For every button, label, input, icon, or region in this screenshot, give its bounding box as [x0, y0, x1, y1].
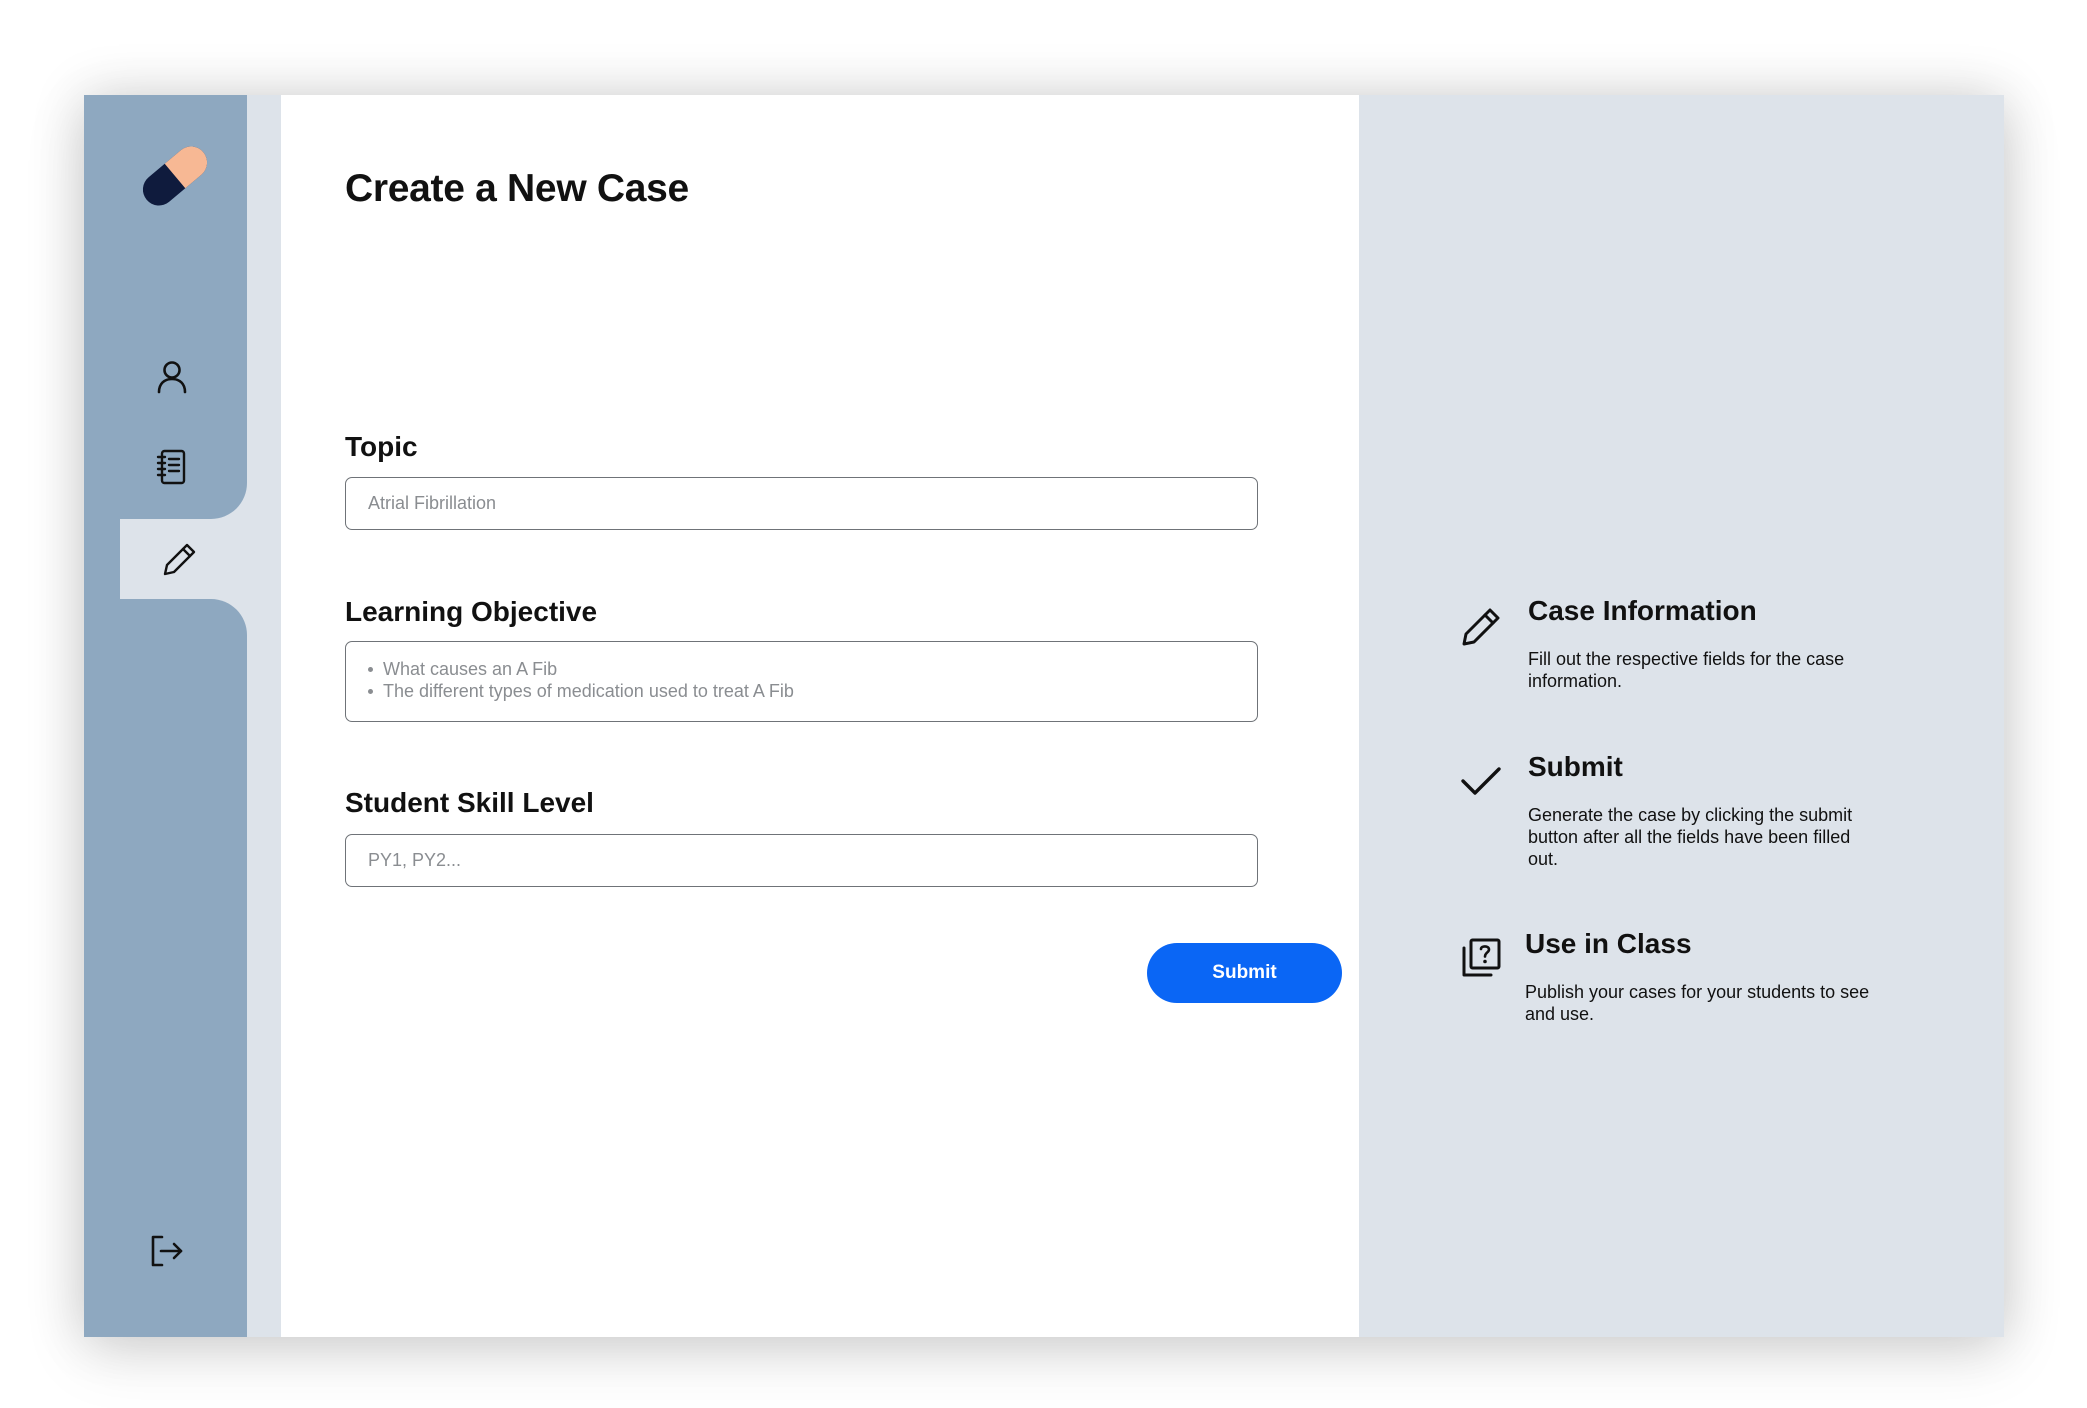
topic-field[interactable] [345, 477, 1258, 530]
notebook-icon [156, 449, 186, 485]
sidebar-item-profile[interactable] [112, 338, 232, 416]
question-stack-icon [1459, 936, 1503, 980]
app-window: Create a New Case Topic Learning Objecti… [84, 95, 2004, 1337]
sidebar-item-create-case[interactable] [120, 519, 240, 599]
learning-objective-label: Learning Objective [345, 596, 598, 627]
topic-input[interactable] [346, 478, 1257, 529]
skill-level-label: Student Skill Level [345, 787, 594, 818]
page-title: Create a New Case [345, 167, 689, 210]
info-title: Use in Class [1525, 928, 1692, 959]
skill-level-input[interactable] [346, 835, 1257, 886]
skill-level-field[interactable] [345, 834, 1258, 887]
user-icon [157, 361, 187, 394]
sidebar [84, 95, 247, 1337]
info-description: Generate the case by clicking the submit… [1528, 805, 1853, 869]
submit-button[interactable]: Submit [1147, 943, 1342, 1003]
logout-button[interactable] [106, 1212, 226, 1290]
create-case-form: Create a New Case Topic Learning Objecti… [281, 95, 1359, 1337]
learning-objective-field[interactable]: What causes an A Fib The different types… [345, 641, 1258, 722]
info-panel: Case Information Fill out the respective… [1359, 95, 2004, 1337]
checkmark-icon [1459, 759, 1503, 803]
objective-placeholder-item: The different types of medication used t… [368, 680, 1235, 702]
pencil-icon [1459, 605, 1503, 649]
objective-placeholder-item: What causes an A Fib [368, 658, 1235, 680]
sidebar-item-cases[interactable] [112, 428, 232, 506]
pill-logo-icon[interactable] [132, 133, 218, 219]
pencil-icon [163, 543, 196, 576]
logout-icon [151, 1235, 183, 1267]
info-title: Submit [1528, 751, 1623, 782]
topic-label: Topic [345, 431, 418, 462]
info-description: Publish your cases for your students to … [1525, 982, 1870, 1024]
info-title: Case Information [1528, 595, 1757, 626]
info-description: Fill out the respective fields for the c… [1528, 649, 1845, 691]
learning-objective-placeholder-list: What causes an A Fib The different types… [346, 642, 1257, 702]
